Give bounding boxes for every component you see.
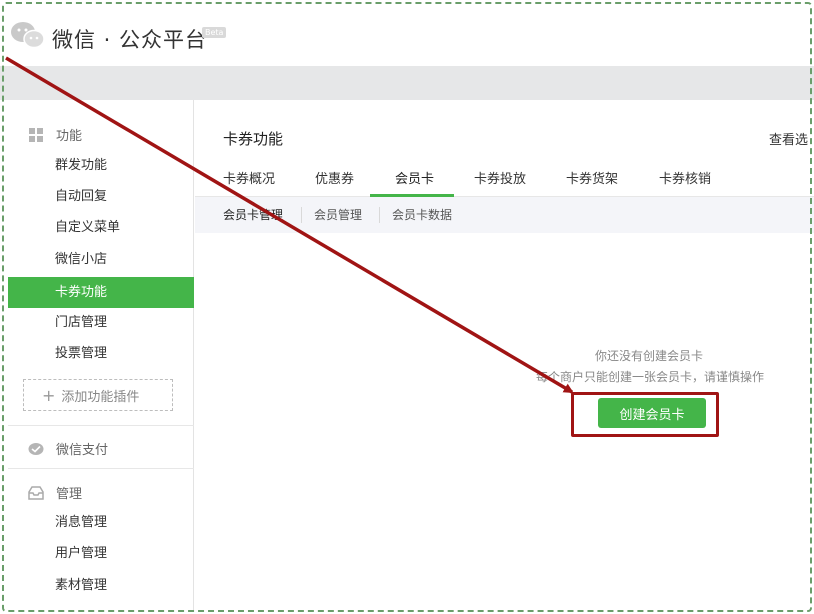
- annotation-highlight-box: [571, 392, 719, 437]
- annotation-arrow: [5, 56, 574, 394]
